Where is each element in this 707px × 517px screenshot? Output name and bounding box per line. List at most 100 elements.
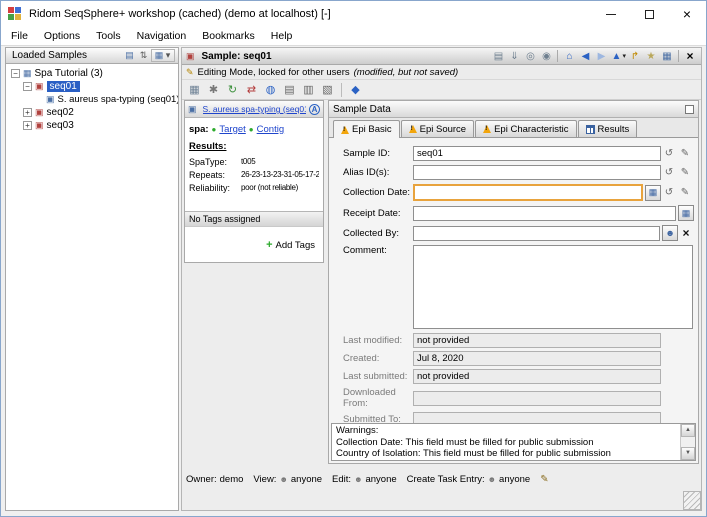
tree-item-seq01[interactable]: − ▣ seq01 xyxy=(6,80,178,93)
maximize-icon xyxy=(645,10,654,19)
warning-icon xyxy=(341,126,349,134)
receipt-date-input[interactable] xyxy=(413,206,676,221)
field-label: Last modified: xyxy=(343,335,413,346)
print-icon[interactable]: ▤ xyxy=(281,82,298,98)
spa-typing-header: ▣ S. aureus spa-typing (seq01) A xyxy=(185,101,323,118)
collapse-icon[interactable]: − xyxy=(23,82,32,91)
comment-textarea[interactable] xyxy=(413,245,693,329)
alias-ids-input[interactable] xyxy=(413,165,661,180)
menu-tools[interactable]: Tools xyxy=(88,28,129,44)
sort-icon[interactable]: ⇅ xyxy=(137,50,150,61)
plus-icon: + xyxy=(266,239,272,251)
add-tags-button[interactable]: + Add Tags xyxy=(266,239,315,251)
collection-date-input[interactable] xyxy=(413,184,643,201)
jump-icon[interactable]: ↱ xyxy=(628,51,642,62)
menu-help[interactable]: Help xyxy=(263,28,301,44)
maximize-button[interactable] xyxy=(630,1,668,27)
collapse-panel-button[interactable] xyxy=(685,105,694,114)
procedure-icon: ▣ xyxy=(188,104,197,115)
scroll-down-icon[interactable]: ▼ xyxy=(681,447,695,460)
person-picker-button[interactable]: ☻ xyxy=(662,225,678,241)
minimize-button[interactable] xyxy=(592,1,630,27)
calendar-button[interactable]: ▦ xyxy=(678,205,694,221)
tab-label: Results xyxy=(598,124,630,135)
home-icon[interactable]: ⌂ xyxy=(562,51,576,62)
add-tags-label: Add Tags xyxy=(276,240,315,251)
collected-by-input[interactable] xyxy=(413,226,660,241)
approved-status-icon[interactable]: A xyxy=(309,104,320,115)
menu-bookmarks[interactable]: Bookmarks xyxy=(194,28,263,44)
bookmark-star-icon[interactable]: ★ xyxy=(644,51,658,62)
back-icon[interactable]: ◀ xyxy=(578,51,592,62)
expand-icon[interactable]: + xyxy=(23,108,32,117)
tree-item-seq03[interactable]: + ▣ seq03 xyxy=(6,119,178,132)
history-icon[interactable]: ↺ xyxy=(661,167,677,178)
permissions-footer: Owner: demo View: ☻ anyone Edit: ☻ anyon… xyxy=(186,471,697,487)
edit-mode-banner: ✎ Editing Mode, locked for other users (… xyxy=(182,65,701,80)
resize-grip[interactable] xyxy=(683,491,701,510)
last-submitted-field xyxy=(413,369,661,384)
sample-data-header: Sample Data xyxy=(329,101,698,118)
gear-icon[interactable]: ✱ xyxy=(205,82,222,98)
collapse-icon[interactable]: − xyxy=(11,69,20,78)
main-content: Loaded Samples ▤ ⇅ ▦ ▾ − ▦ Spa Tutorial … xyxy=(1,46,706,516)
project-icon: ▦ xyxy=(23,68,32,79)
tab-epi-characteristic[interactable]: Epi Characteristic xyxy=(475,120,576,137)
tree-label: S. aureus spa-typing (seq01) xyxy=(58,94,179,105)
title-bar: Ridom SeqSphere+ workshop (cached) (demo… xyxy=(1,1,706,27)
downloaded-from-field xyxy=(413,391,661,406)
sample-id-input[interactable] xyxy=(413,146,661,161)
view-value: anyone xyxy=(291,474,322,485)
tab-epi-basic[interactable]: Epi Basic xyxy=(333,120,400,138)
forward-icon[interactable]: ▶ xyxy=(594,51,608,62)
report-icon[interactable]: ▧ xyxy=(319,82,336,98)
calendar-button[interactable]: ▦ xyxy=(645,185,661,201)
warnings-scrollbar[interactable]: ▲ ▼ xyxy=(680,424,695,460)
signature-icon[interactable]: ✎ xyxy=(677,187,693,198)
view-menu-button[interactable]: ▦ ▾ xyxy=(151,49,175,62)
tab-label: Epi Basic xyxy=(352,124,392,135)
edit-table-icon[interactable]: ▦ xyxy=(186,82,203,98)
menu-options[interactable]: Options xyxy=(36,28,88,44)
up-icon[interactable]: ▲ xyxy=(610,51,622,62)
menu-file[interactable]: File xyxy=(3,28,36,44)
snapshot-icon[interactable]: ▤ xyxy=(491,51,505,62)
loaded-samples-panel: Loaded Samples ▤ ⇅ ▦ ▾ − ▦ Spa Tutorial … xyxy=(5,47,179,511)
tags-header: No Tags assigned xyxy=(185,211,323,227)
warning-icon xyxy=(483,125,491,133)
globe-icon[interactable]: ◍ xyxy=(262,82,279,98)
close-button[interactable]: × xyxy=(668,1,706,27)
up-dropdown-icon[interactable]: ▾ xyxy=(622,52,626,60)
history-icon[interactable]: ↺ xyxy=(661,148,677,159)
refresh-icon[interactable]: ↻ xyxy=(224,82,241,98)
chart-icon[interactable]: ▥ xyxy=(300,82,317,98)
signature-icon[interactable]: ✎ xyxy=(677,167,693,178)
sync-icon[interactable]: ⇄ xyxy=(243,82,260,98)
signature-icon[interactable]: ✎ xyxy=(677,148,693,159)
tree-item-seq02[interactable]: + ▣ seq02 xyxy=(6,106,178,119)
record-icon[interactable]: ◉ xyxy=(539,51,553,62)
tab-epi-source[interactable]: Epi Source xyxy=(401,120,474,137)
export-icon[interactable]: ▤ xyxy=(123,50,136,61)
expand-icon[interactable]: + xyxy=(23,121,32,130)
menu-navigation[interactable]: Navigation xyxy=(129,28,195,44)
save-icon[interactable]: ▦ xyxy=(660,51,674,62)
edit-permissions-icon[interactable]: ✎ xyxy=(540,474,548,485)
close-panel-icon[interactable]: × xyxy=(683,49,697,63)
scroll-up-icon[interactable]: ▲ xyxy=(681,424,695,437)
history-icon[interactable]: ↺ xyxy=(661,187,677,198)
target-link[interactable]: Target xyxy=(219,124,245,135)
group-icon: ☻ xyxy=(488,475,496,484)
spa-typing-link[interactable]: S. aureus spa-typing (seq01) xyxy=(203,104,306,114)
sample-data-panel: Sample Data Epi Basic Epi Source Epi Cha… xyxy=(328,100,699,464)
pin-icon[interactable]: ◎ xyxy=(523,51,537,62)
sample-title: Sample: seq01 xyxy=(202,51,272,62)
import-icon[interactable]: ⇓ xyxy=(507,51,521,62)
clear-icon[interactable]: × xyxy=(678,226,694,240)
contig-link[interactable]: Contig xyxy=(257,124,284,135)
tree-item-spa-typing[interactable]: ▣ S. aureus spa-typing (seq01) xyxy=(6,93,178,106)
field-label: Collected By: xyxy=(343,228,413,239)
sample-data-icon[interactable]: ◆ xyxy=(347,82,364,98)
tab-results[interactable]: Results xyxy=(578,120,638,137)
tree-item-spa-tutorial[interactable]: − ▦ Spa Tutorial (3) xyxy=(6,67,178,80)
